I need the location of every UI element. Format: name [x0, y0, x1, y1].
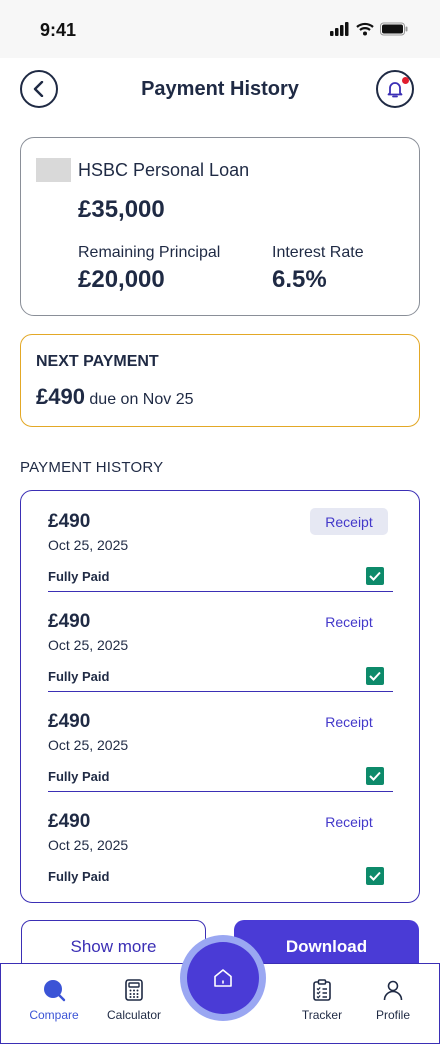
interest-rate-value: 6.5% [272, 266, 327, 293]
receipt-button[interactable]: Receipt [310, 808, 388, 835]
payment-date: Oct 25, 2025 [48, 637, 129, 653]
loan-card: HSBC Personal Loan £35,000 Remaining Pri… [20, 137, 420, 316]
loan-amount: £35,000 [78, 196, 165, 223]
calculator-icon [125, 979, 143, 1001]
check-icon [369, 671, 381, 681]
check-icon [369, 771, 381, 781]
payment-date: Oct 25, 2025 [48, 537, 129, 553]
paid-checkbox[interactable] [366, 667, 384, 685]
status-icons [330, 22, 408, 36]
payment-row: £490 Oct 25, 2025 Fully Paid Receipt [48, 791, 393, 891]
receipt-button[interactable]: Receipt [310, 608, 388, 635]
next-payment-card: NEXT PAYMENT £490 due on Nov 25 [20, 334, 420, 427]
payment-row: £490 Oct 25, 2025 Fully Paid Receipt [48, 591, 393, 692]
payment-row: £490 Oct 25, 2025 Fully Paid Receipt [48, 691, 393, 792]
signal-icon [330, 22, 349, 36]
nav-label: Profile [375, 1008, 410, 1022]
payment-amount: £490 [48, 611, 91, 632]
check-icon [369, 871, 381, 881]
page-title: Payment History [141, 78, 299, 100]
next-payment-amount: £490 [36, 384, 85, 409]
payment-history-card: £490 Oct 25, 2025 Fully Paid Receipt £49… [20, 490, 420, 903]
paid-checkbox[interactable] [366, 567, 384, 585]
payment-status: Fully Paid [48, 769, 110, 784]
receipt-button[interactable]: Receipt [310, 508, 388, 535]
payment-amount: £490 [48, 711, 91, 732]
clipboard-icon [313, 979, 331, 1001]
user-icon [383, 980, 403, 1001]
next-payment-title: NEXT PAYMENT [36, 353, 159, 370]
battery-icon [380, 22, 408, 36]
remaining-principal-label: Remaining Principal [78, 244, 221, 261]
notification-dot [402, 77, 409, 84]
home-button[interactable] [180, 935, 266, 1021]
nav-item-tracker[interactable]: Tracker [287, 978, 357, 1022]
interest-rate-label: Interest Rate [272, 244, 364, 261]
nav-label: Compare [29, 1008, 79, 1022]
next-payment-line: £490 due on Nov 25 [36, 384, 193, 410]
bank-logo [36, 158, 71, 182]
nav-item-profile[interactable]: Profile [358, 978, 428, 1022]
notifications-button[interactable] [376, 70, 414, 108]
nav-item-calculator[interactable]: Calculator [99, 978, 169, 1022]
wifi-icon [356, 22, 374, 36]
remaining-principal-value: £20,000 [78, 266, 165, 293]
payment-status: Fully Paid [48, 669, 110, 684]
nav-item-compare[interactable]: Compare [19, 978, 89, 1022]
paid-checkbox[interactable] [366, 767, 384, 785]
next-payment-due: due on Nov 25 [89, 391, 194, 408]
compare-icon [44, 980, 66, 1002]
paid-checkbox[interactable] [366, 867, 384, 885]
nav-label: Calculator [106, 1008, 162, 1022]
payment-amount: £490 [48, 811, 91, 832]
payment-date: Oct 25, 2025 [48, 837, 129, 853]
header: Payment History [0, 58, 440, 122]
payment-status: Fully Paid [48, 869, 110, 884]
check-icon [369, 571, 381, 581]
home-button-inner [187, 942, 259, 1014]
status-time: 9:41 [40, 20, 77, 40]
nav-label: Tracker [301, 1008, 343, 1022]
payment-status: Fully Paid [48, 569, 110, 584]
home-icon [214, 969, 232, 987]
payment-date: Oct 25, 2025 [48, 737, 129, 753]
payment-history-heading: PAYMENT HISTORY [20, 459, 164, 476]
receipt-button[interactable]: Receipt [310, 708, 388, 735]
loan-name: HSBC Personal Loan [78, 160, 250, 180]
status-bar: 9:41 [0, 0, 440, 58]
payment-amount: £490 [48, 511, 91, 532]
payment-row: £490 Oct 25, 2025 Fully Paid Receipt [48, 491, 393, 592]
